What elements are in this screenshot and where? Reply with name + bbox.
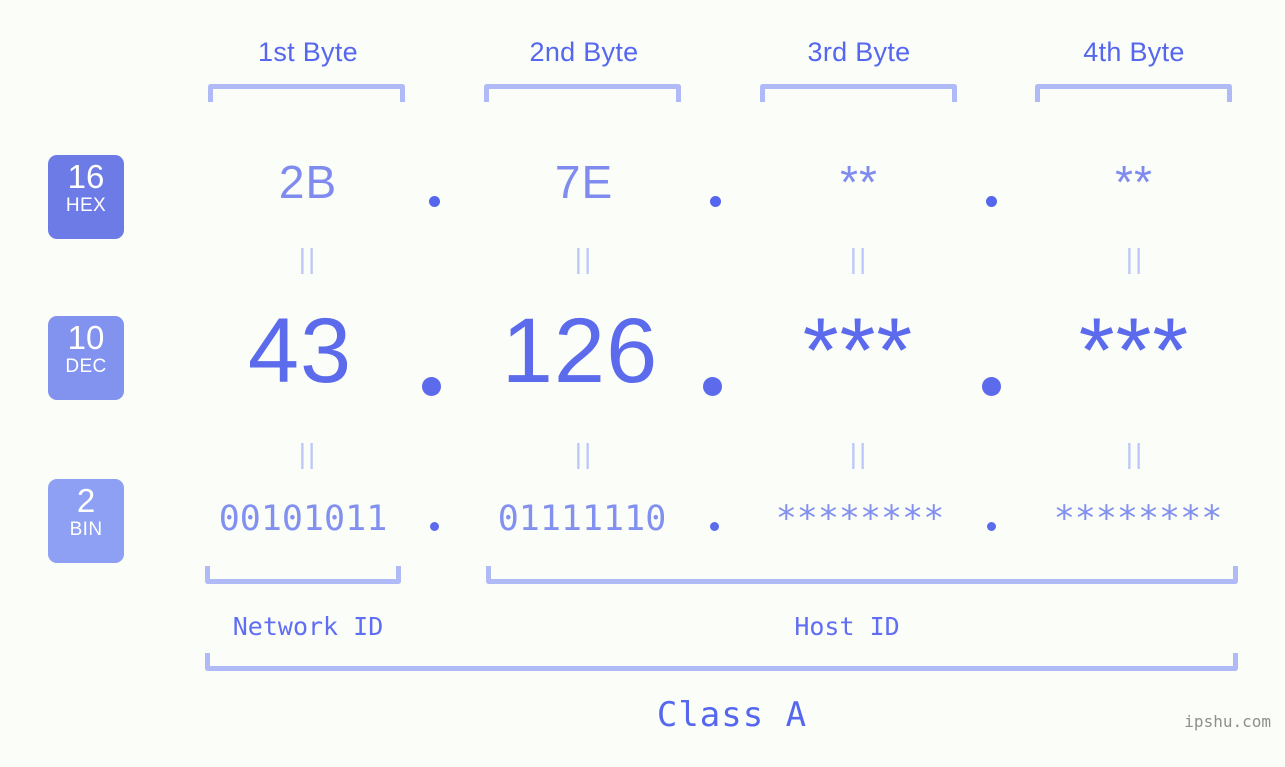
bin-separator-dot-3	[987, 522, 996, 531]
base-badge-hex: 16 HEX	[48, 155, 124, 239]
connector-dec-bin-4: ||	[1125, 438, 1145, 469]
base-badge-hex-number: 16	[67, 158, 105, 195]
byte-bracket-1	[208, 84, 405, 102]
network-id-label: Network ID	[232, 612, 384, 641]
base-badge-bin-number: 2	[76, 482, 96, 519]
connector-hex-dec-2: ||	[574, 243, 594, 274]
bin-separator-dot-1	[430, 522, 439, 531]
hex-byte-4-value: **	[1115, 156, 1153, 208]
host-id-label: Host ID	[794, 612, 900, 641]
base-badge-bin: 2 BIN	[48, 479, 124, 563]
byte-header-2: 2nd Byte	[529, 37, 639, 67]
connector-dec-bin-1: ||	[298, 438, 318, 469]
bin-separator-dot-2	[710, 522, 719, 531]
hex-separator-dot-3	[986, 196, 997, 207]
bin-byte-2-value: 01111110	[497, 499, 667, 539]
site-watermark: ipshu.com	[1184, 712, 1271, 731]
connector-dec-bin-3: ||	[849, 438, 869, 469]
byte-header-1: 1st Byte	[258, 37, 358, 67]
bin-byte-3-value: ********	[775, 499, 945, 539]
class-label: Class A	[656, 695, 808, 735]
dec-separator-dot-3	[982, 377, 1001, 396]
class-bracket	[205, 653, 1238, 671]
byte-header-3: 3rd Byte	[807, 37, 911, 67]
ip-address-breakdown-diagram: 1st Byte 2nd Byte 3rd Byte 4th Byte 16 H…	[0, 0, 1285, 767]
hex-byte-2-value: 7E	[554, 156, 614, 208]
connector-hex-dec-3: ||	[849, 243, 869, 274]
dec-separator-dot-2	[703, 377, 722, 396]
connector-dec-bin-2: ||	[574, 438, 594, 469]
hex-byte-3-value: **	[840, 156, 878, 208]
base-badge-dec: 10 DEC	[48, 316, 124, 400]
dec-byte-3-value: ***	[802, 300, 914, 402]
dec-byte-4-value: ***	[1078, 300, 1190, 402]
base-badge-bin-name: BIN	[69, 519, 103, 540]
hex-separator-dot-1	[429, 196, 440, 207]
hex-byte-1-value: 2B	[278, 156, 338, 208]
connector-hex-dec-4: ||	[1125, 243, 1145, 274]
dec-byte-2-value: 126	[501, 300, 659, 402]
bin-byte-1-value: 00101011	[218, 499, 388, 539]
base-badge-dec-number: 10	[67, 319, 105, 356]
bin-byte-4-value: ********	[1053, 499, 1223, 539]
byte-bracket-3	[760, 84, 957, 102]
network-id-bracket	[205, 566, 401, 584]
dec-byte-1-value: 43	[247, 300, 353, 402]
base-badge-hex-name: HEX	[65, 195, 107, 216]
hex-separator-dot-2	[710, 196, 721, 207]
host-id-bracket	[486, 566, 1238, 584]
base-badge-dec-name: DEC	[65, 356, 107, 377]
byte-header-4: 4th Byte	[1083, 37, 1185, 67]
byte-bracket-2	[484, 84, 681, 102]
byte-bracket-4	[1035, 84, 1232, 102]
dec-separator-dot-1	[422, 377, 441, 396]
connector-hex-dec-1: ||	[298, 243, 318, 274]
